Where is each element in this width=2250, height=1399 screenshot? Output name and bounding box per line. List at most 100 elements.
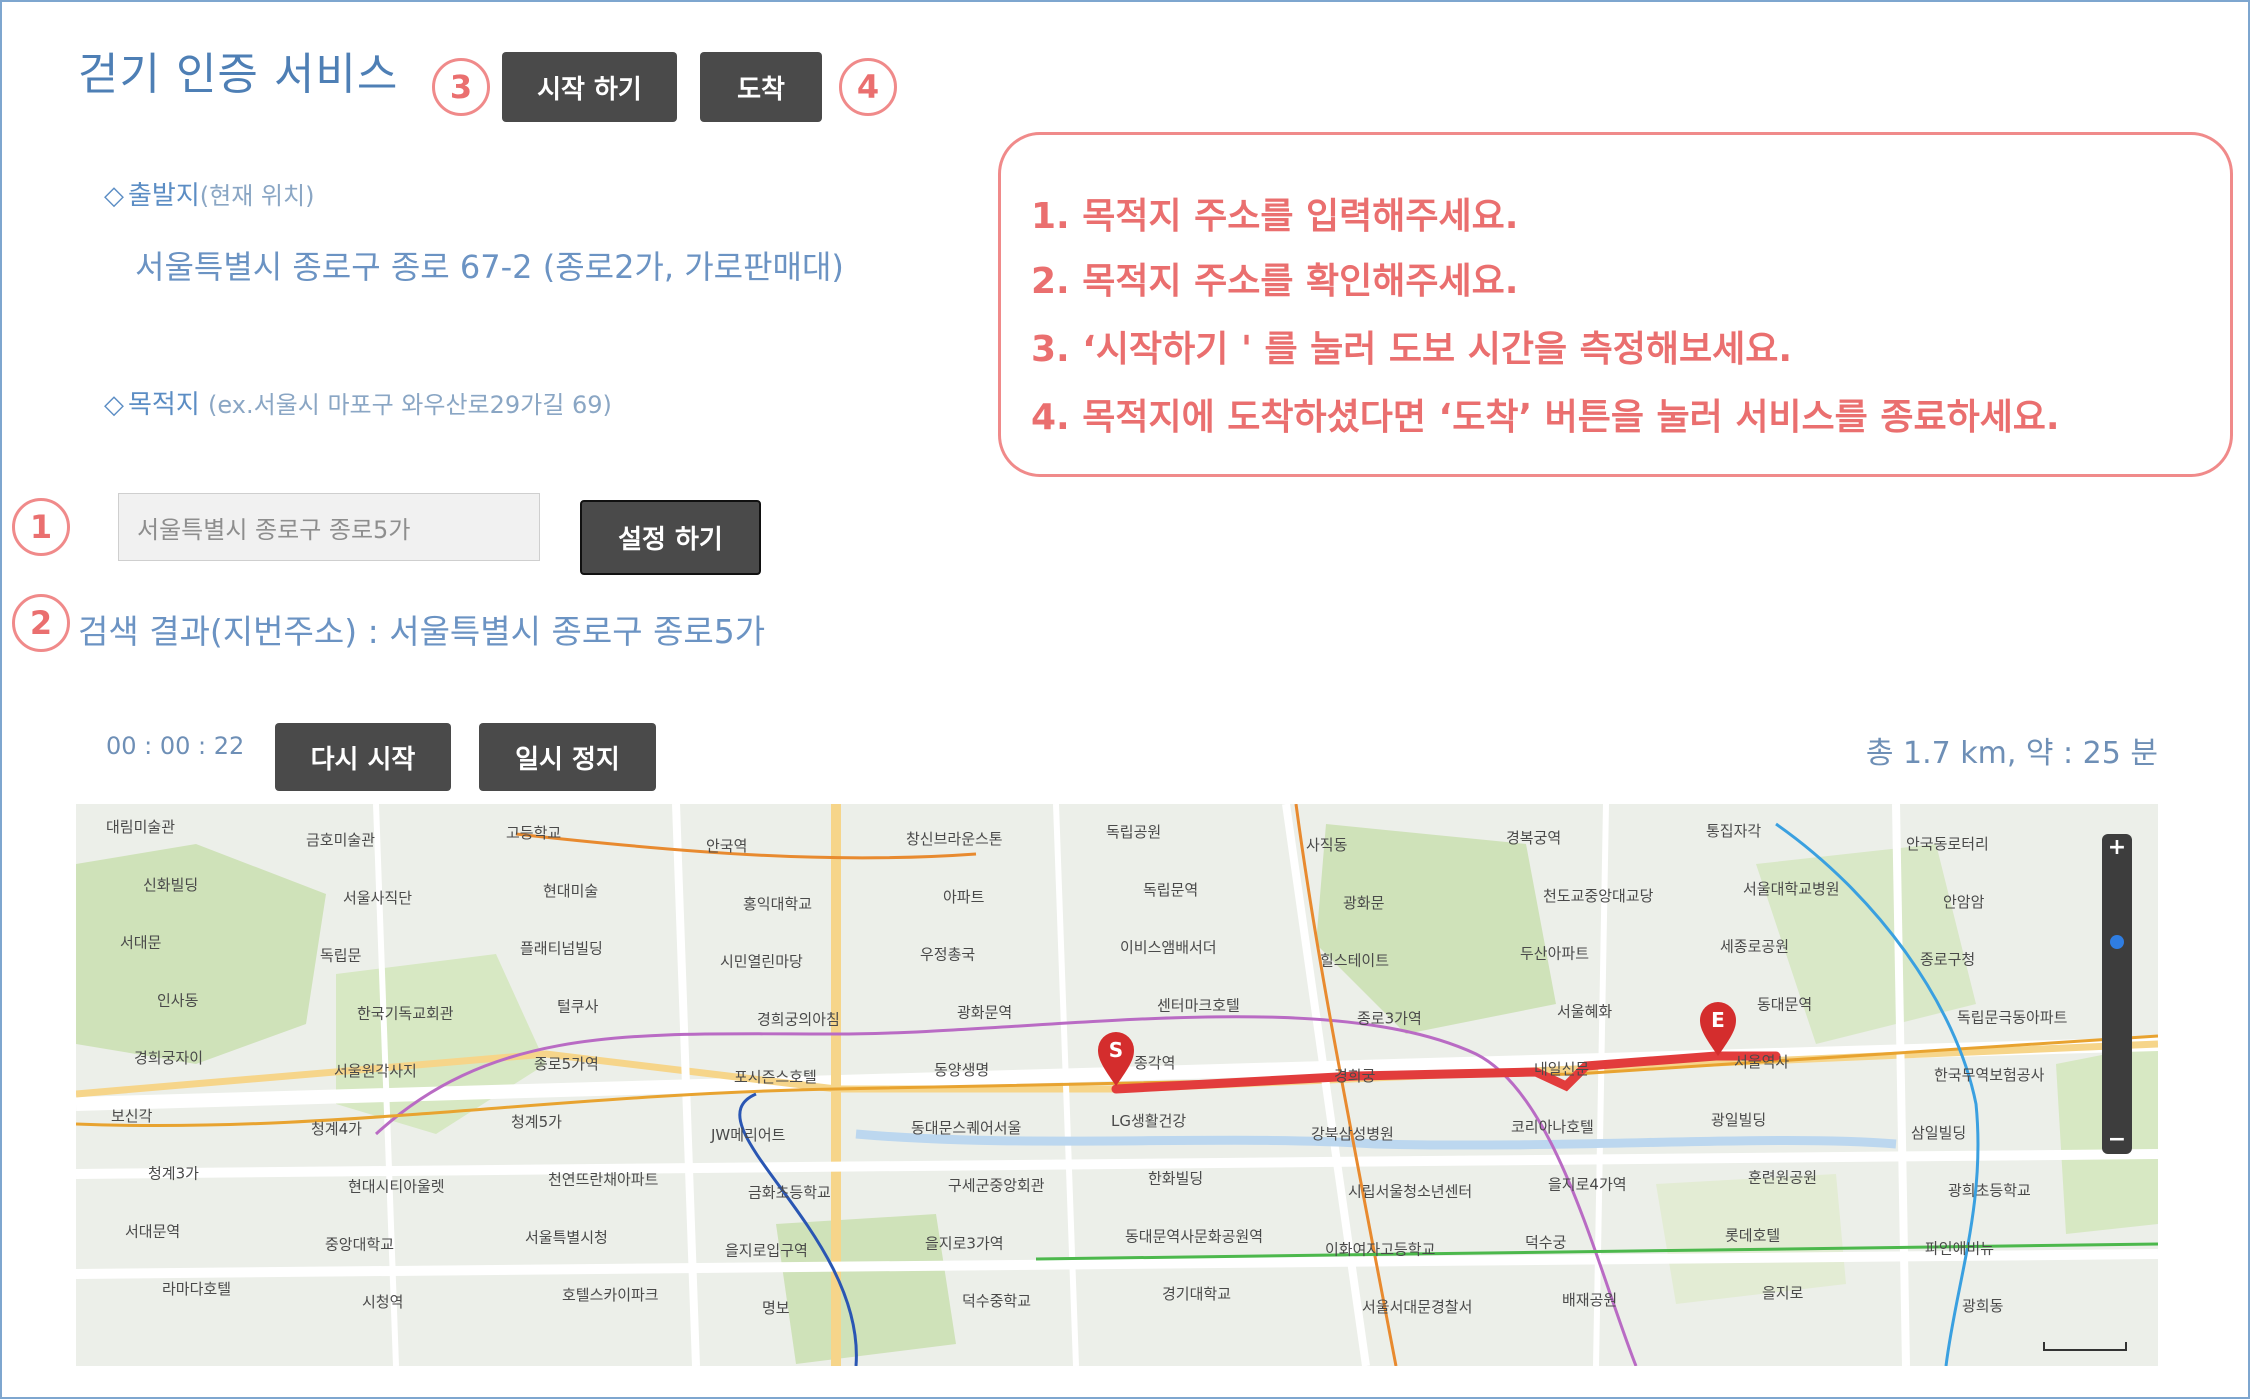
instructions-callout: 1. 목적지 주소를 입력해주세요. 2. 목적지 주소를 확인해주세요. 3.… bbox=[998, 132, 2233, 477]
map-place-label: 호텔스카이파크 bbox=[562, 1286, 659, 1304]
map-place-label: 서대문역 bbox=[125, 1222, 180, 1240]
origin-label: 출발지 bbox=[128, 181, 200, 211]
map-place-label: 청계3가 bbox=[148, 1165, 199, 1183]
map-place-label: 강북삼성병원 bbox=[1311, 1125, 1394, 1143]
map-place-label: 동양생명 bbox=[934, 1061, 989, 1079]
step-3-badge: 3 bbox=[432, 58, 490, 116]
map-place-label: 서울특별시청 bbox=[525, 1228, 608, 1246]
scale-bar bbox=[2043, 1342, 2127, 1351]
map-place-label: 을지로3가역 bbox=[925, 1234, 1004, 1252]
map-place-label: 종로3가역 bbox=[1357, 1009, 1422, 1027]
map-place-label: 삼일빌딩 bbox=[1911, 1124, 1966, 1142]
map-place-label: 광화문역 bbox=[957, 1003, 1012, 1021]
map-place-label: 을지로입구역 bbox=[725, 1241, 808, 1259]
route-summary: 총 1.7 km, 약 : 25 분 bbox=[1865, 736, 2158, 771]
map-place-label: 천연뜨란채아파트 bbox=[548, 1171, 659, 1189]
map-place-label: 시립서울청소년센터 bbox=[1348, 1183, 1472, 1201]
map-place-label: 내일신문 bbox=[1534, 1060, 1589, 1078]
map-canvas: S E 대림미술관금호미술관 고등학교안국역 창신브라운스톤 독립공원사직동 경복궁역 통… bbox=[76, 804, 2158, 1366]
map-place-label: 덕수궁 bbox=[1525, 1233, 1567, 1251]
zoom-track bbox=[2102, 834, 2132, 1154]
map-place-label: 훈련원공원 bbox=[1748, 1169, 1817, 1187]
map-place-label: 독립공원 bbox=[1106, 823, 1161, 841]
map-place-label: 인사동 bbox=[157, 991, 199, 1009]
map-place-label: 한화빌딩 bbox=[1148, 1170, 1203, 1188]
diamond-icon: ◇ bbox=[104, 390, 124, 420]
restart-button[interactable]: 다시 시작 bbox=[275, 723, 451, 791]
map-place-label: 두산아파트 bbox=[1520, 945, 1589, 963]
search-result: 검색 결과(지번주소) : 서울특별시 종로구 종로5가 bbox=[78, 612, 766, 651]
map-place-label: 천도교중앙대교당 bbox=[1543, 887, 1654, 905]
map-place-label: JW메리어트 bbox=[710, 1126, 786, 1144]
map-place-label: 현대시티아울렛 bbox=[348, 1178, 445, 1196]
map-place-label: 금화초등학교 bbox=[748, 1184, 831, 1202]
instruction-1: 1. 목적지 주소를 입력해주세요. bbox=[1031, 196, 1519, 237]
map-place-label: 경희궁의아침 bbox=[757, 1010, 840, 1028]
map-place-label: 코리아나호텔 bbox=[1511, 1118, 1594, 1136]
park-area bbox=[76, 844, 326, 1064]
map-place-label: 독립문극동아파트 bbox=[1957, 1008, 2068, 1026]
map-place-label: 대림미술관 bbox=[106, 818, 175, 836]
map-place-label: 라마다호텔 bbox=[162, 1280, 231, 1298]
map-place-label: 서울원각사지 bbox=[334, 1062, 417, 1080]
map-labels: 대림미술관금호미술관 고등학교안국역 창신브라운스톤 독립공원사직동 경복궁역 통집자각안… bbox=[106, 818, 2068, 1317]
map-place-label: 서울사직단 bbox=[343, 889, 412, 907]
origin-hint: (현재 위치) bbox=[199, 182, 315, 210]
map-place-label: 서울혜화 bbox=[1557, 1002, 1612, 1020]
map-place-label: 센터마크호텔 bbox=[1157, 996, 1240, 1014]
instruction-3: 3. ‘시작하기 ' 를 눌러 도보 시간을 측정해보세요. bbox=[1031, 329, 1792, 370]
origin-address: 서울특별시 종로구 종로 67-2 (종로2가, 가로판매대) bbox=[135, 248, 844, 286]
map-place-label: 창신브라운스톤 bbox=[906, 830, 1003, 848]
zoom-in-button[interactable]: + bbox=[2108, 835, 2126, 860]
map-place-label: 롯데호텔 bbox=[1725, 1226, 1780, 1244]
map-place-label: LG생활건강 bbox=[1111, 1112, 1186, 1130]
zoom-control[interactable]: + − bbox=[2102, 834, 2132, 1154]
map-place-label: 힐스테이트 bbox=[1320, 952, 1389, 970]
map-place-label: 고등학교 bbox=[506, 824, 561, 842]
map-place-label: 한국무역보험공사 bbox=[1934, 1066, 2045, 1084]
map-place-label: 이화여자고등학교 bbox=[1325, 1240, 1435, 1258]
pause-button[interactable]: 일시 정지 bbox=[479, 723, 656, 791]
step-4-badge: 4 bbox=[839, 58, 897, 116]
zoom-slider-handle[interactable] bbox=[2110, 935, 2124, 949]
end-marker-label: E bbox=[1711, 1008, 1725, 1032]
map-place-label: 종로5가역 bbox=[534, 1055, 599, 1073]
map-place-label: 독립문역 bbox=[1143, 881, 1198, 899]
map-place-label: 홍익대학교 bbox=[743, 895, 812, 913]
end-marker: E bbox=[1700, 1002, 1736, 1056]
map-place-label: 사직동 bbox=[1306, 836, 1348, 854]
map-place-label: 경희궁자이 bbox=[134, 1049, 203, 1067]
instruction-4: 4. 목적지에 도착하셨다면 ‘도착’ 버튼을 눌러 서비스를 종료하세요. bbox=[1031, 397, 2060, 438]
map-place-label: 청계4가 bbox=[311, 1120, 362, 1138]
route-map[interactable]: S E 대림미술관 금호미술관 고등학교 안국역 창신브라운스톤 독립공원 사직동 경복궁역 통… bbox=[76, 804, 2158, 1366]
page-title: 걷기 인증 서비스 bbox=[78, 49, 399, 100]
map-place-label: 중앙대학교 bbox=[325, 1235, 394, 1253]
map-place-label: 광화문 bbox=[1343, 894, 1385, 912]
map-place-label: 현대미술 bbox=[543, 882, 598, 900]
map-place-label: 신화빌딩 bbox=[143, 876, 198, 894]
map-place-label: 서울역사 bbox=[1734, 1053, 1789, 1071]
map-place-label: 덕수중학교 bbox=[962, 1292, 1031, 1310]
arrive-button[interactable]: 도착 bbox=[700, 52, 822, 122]
map-place-label: 광희초등학교 bbox=[1948, 1182, 2031, 1200]
map-place-label: 아파트 bbox=[943, 888, 985, 906]
diamond-icon: ◇ bbox=[104, 181, 124, 211]
map-place-label: 동대문역 bbox=[1757, 995, 1812, 1013]
map-place-label: 종로구청 bbox=[1920, 951, 1975, 969]
map-place-label: 시청역 bbox=[362, 1293, 403, 1311]
map-place-label: 명보 bbox=[762, 1299, 790, 1317]
map-place-label: 배재공원 bbox=[1562, 1291, 1617, 1309]
origin-label-row: ◇ 출발지(현재 위치) bbox=[104, 175, 314, 212]
map-place-label: 동대문역사문화공원역 bbox=[1125, 1227, 1263, 1245]
map-place-label: 안암암 bbox=[1943, 893, 1985, 911]
map-place-label: 서울서대문경찰서 bbox=[1362, 1298, 1472, 1316]
start-button[interactable]: 시작 하기 bbox=[502, 52, 677, 122]
zoom-out-button[interactable]: − bbox=[2108, 1127, 2126, 1152]
set-destination-button[interactable]: 설정 하기 bbox=[580, 500, 761, 575]
destination-hint: (ex.서울시 마포구 와우산로29가길 69) bbox=[208, 391, 612, 419]
map-place-label: 경희궁 bbox=[1334, 1067, 1376, 1085]
step-2-badge: 2 bbox=[12, 594, 70, 652]
destination-input[interactable] bbox=[118, 493, 540, 561]
map-place-label: 구세군중앙회관 bbox=[948, 1177, 1045, 1195]
map-place-label: 을지로4가역 bbox=[1548, 1176, 1627, 1194]
